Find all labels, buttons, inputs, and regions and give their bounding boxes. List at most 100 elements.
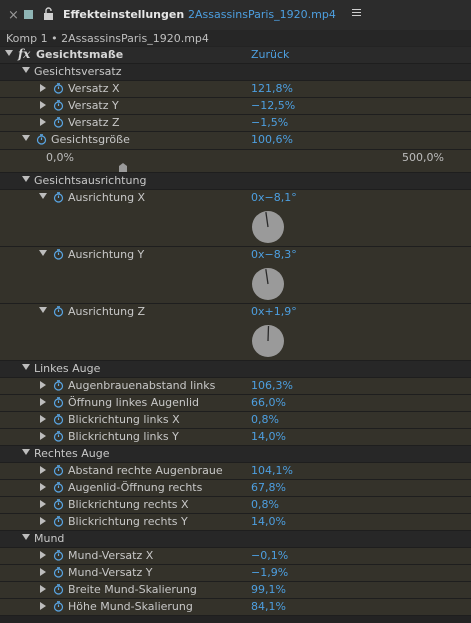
stopwatch-icon[interactable] (53, 306, 64, 317)
stopwatch-icon[interactable] (53, 584, 64, 595)
property-row[interactable]: Augenbrauenabstand links 106,3% (0, 378, 471, 395)
property-row[interactable]: Öffnung linkes Augenlid 66,0% (0, 395, 471, 412)
expand-group-icon[interactable] (22, 449, 30, 455)
angle-dial[interactable] (251, 324, 285, 358)
property-row[interactable]: Abstand rechte Augenbraue 104,1% (0, 463, 471, 480)
group-face-orientation[interactable]: Gesichtsausrichtung (0, 173, 471, 190)
stopwatch-icon[interactable] (53, 601, 64, 612)
property-label: Blickrichtung rechts Y (68, 515, 188, 528)
property-value[interactable]: 67,8% (251, 481, 286, 494)
stopwatch-icon[interactable] (53, 567, 64, 578)
close-panel-icon[interactable]: × (8, 8, 19, 23)
stopwatch-icon[interactable] (53, 100, 64, 111)
stopwatch-icon[interactable] (53, 431, 64, 442)
expand-group-icon[interactable] (22, 176, 30, 182)
stopwatch-icon[interactable] (53, 397, 64, 408)
group-right-eye[interactable]: Rechtes Auge (0, 446, 471, 463)
property-value[interactable]: 14,0% (251, 430, 286, 443)
property-value[interactable]: 84,1% (251, 600, 286, 613)
angle-row[interactable]: Ausrichtung Z 0x+1,9° (0, 304, 471, 361)
property-value[interactable]: 14,0% (251, 515, 286, 528)
fx-icon[interactable]: fx (18, 47, 30, 61)
property-row[interactable]: Versatz Z −1,5% (0, 115, 471, 132)
angle-row[interactable]: Ausrichtung X 0x−8,1° (0, 190, 471, 247)
property-value[interactable]: −1,5% (251, 116, 288, 129)
property-row[interactable]: Mund-Versatz X −0,1% (0, 548, 471, 565)
stopwatch-icon[interactable] (53, 550, 64, 561)
property-value[interactable]: −0,1% (251, 549, 288, 562)
expand-group-icon[interactable] (22, 364, 30, 370)
stopwatch-icon[interactable] (36, 134, 47, 145)
face-size-row[interactable]: Gesichtsgröße 100,6% (0, 132, 471, 150)
expand-property-icon[interactable] (40, 432, 46, 440)
property-value[interactable]: 0x+1,9° (251, 305, 297, 318)
property-row[interactable]: Höhe Mund-Skalierung 84,1% (0, 599, 471, 616)
property-value[interactable]: 0,8% (251, 498, 279, 511)
expand-property-icon[interactable] (22, 135, 30, 141)
property-value[interactable]: 106,3% (251, 379, 293, 392)
property-value[interactable]: 0x−8,1° (251, 191, 297, 204)
expand-effect-icon[interactable] (5, 50, 13, 56)
property-value[interactable]: −12,5% (251, 99, 295, 112)
stopwatch-icon[interactable] (53, 192, 64, 203)
property-row[interactable]: Blickrichtung links Y 14,0% (0, 429, 471, 446)
reset-link[interactable]: Zurück (251, 48, 289, 61)
property-row[interactable]: Breite Mund-Skalierung 99,1% (0, 582, 471, 599)
expand-property-icon[interactable] (40, 568, 46, 576)
expand-property-icon[interactable] (39, 193, 47, 199)
group-mouth[interactable]: Mund (0, 531, 471, 548)
angle-dial[interactable] (251, 210, 285, 244)
expand-property-icon[interactable] (40, 585, 46, 593)
group-face-offset[interactable]: Gesichtsversatz (0, 64, 471, 81)
stopwatch-icon[interactable] (53, 414, 64, 425)
face-size-slider[interactable]: 0,0% 500,0% (0, 150, 471, 173)
property-value[interactable]: 0x−8,3° (251, 248, 297, 261)
property-value[interactable]: −1,9% (251, 566, 288, 579)
stopwatch-icon[interactable] (53, 249, 64, 260)
property-row[interactable]: Augenlid-Öffnung rechts 67,8% (0, 480, 471, 497)
expand-group-icon[interactable] (22, 534, 30, 540)
expand-property-icon[interactable] (40, 483, 46, 491)
property-row[interactable]: Mund-Versatz Y −1,9% (0, 565, 471, 582)
expand-property-icon[interactable] (40, 118, 46, 126)
panel-menu-icon[interactable] (352, 9, 361, 18)
expand-property-icon[interactable] (40, 500, 46, 508)
effect-row[interactable]: fx Gesichtsmaße Zurück (0, 47, 471, 64)
property-row[interactable]: Blickrichtung rechts X 0,8% (0, 497, 471, 514)
stopwatch-icon[interactable] (53, 516, 64, 527)
property-row[interactable]: Versatz Y −12,5% (0, 98, 471, 115)
stopwatch-icon[interactable] (53, 380, 64, 391)
panel-file-name[interactable]: 2AssassinsParis_1920.mp4 (188, 8, 336, 21)
expand-property-icon[interactable] (40, 381, 46, 389)
expand-property-icon[interactable] (40, 517, 46, 525)
expand-property-icon[interactable] (40, 551, 46, 559)
stopwatch-icon[interactable] (53, 482, 64, 493)
property-value[interactable]: 99,1% (251, 583, 286, 596)
angle-row[interactable]: Ausrichtung Y 0x−8,3° (0, 247, 471, 304)
stopwatch-icon[interactable] (53, 117, 64, 128)
expand-property-icon[interactable] (40, 466, 46, 474)
property-row[interactable]: Blickrichtung rechts Y 14,0% (0, 514, 471, 531)
property-value[interactable]: 100,6% (251, 133, 293, 146)
stopwatch-icon[interactable] (53, 499, 64, 510)
property-row[interactable]: Versatz X 121,8% (0, 81, 471, 98)
expand-property-icon[interactable] (40, 415, 46, 423)
angle-dial[interactable] (251, 267, 285, 301)
property-value[interactable]: 0,8% (251, 413, 279, 426)
stopwatch-icon[interactable] (53, 83, 64, 94)
expand-property-icon[interactable] (40, 398, 46, 406)
stopwatch-icon[interactable] (53, 465, 64, 476)
expand-property-icon[interactable] (39, 250, 47, 256)
property-value[interactable]: 121,8% (251, 82, 293, 95)
expand-property-icon[interactable] (39, 307, 47, 313)
expand-property-icon[interactable] (40, 84, 46, 92)
expand-property-icon[interactable] (40, 101, 46, 109)
group-left-eye[interactable]: Linkes Auge (0, 361, 471, 378)
slider-thumb[interactable] (119, 163, 128, 172)
property-row[interactable]: Blickrichtung links X 0,8% (0, 412, 471, 429)
lock-icon[interactable] (43, 7, 54, 21)
property-value[interactable]: 66,0% (251, 396, 286, 409)
expand-property-icon[interactable] (40, 602, 46, 610)
property-value[interactable]: 104,1% (251, 464, 293, 477)
expand-group-icon[interactable] (22, 67, 30, 73)
